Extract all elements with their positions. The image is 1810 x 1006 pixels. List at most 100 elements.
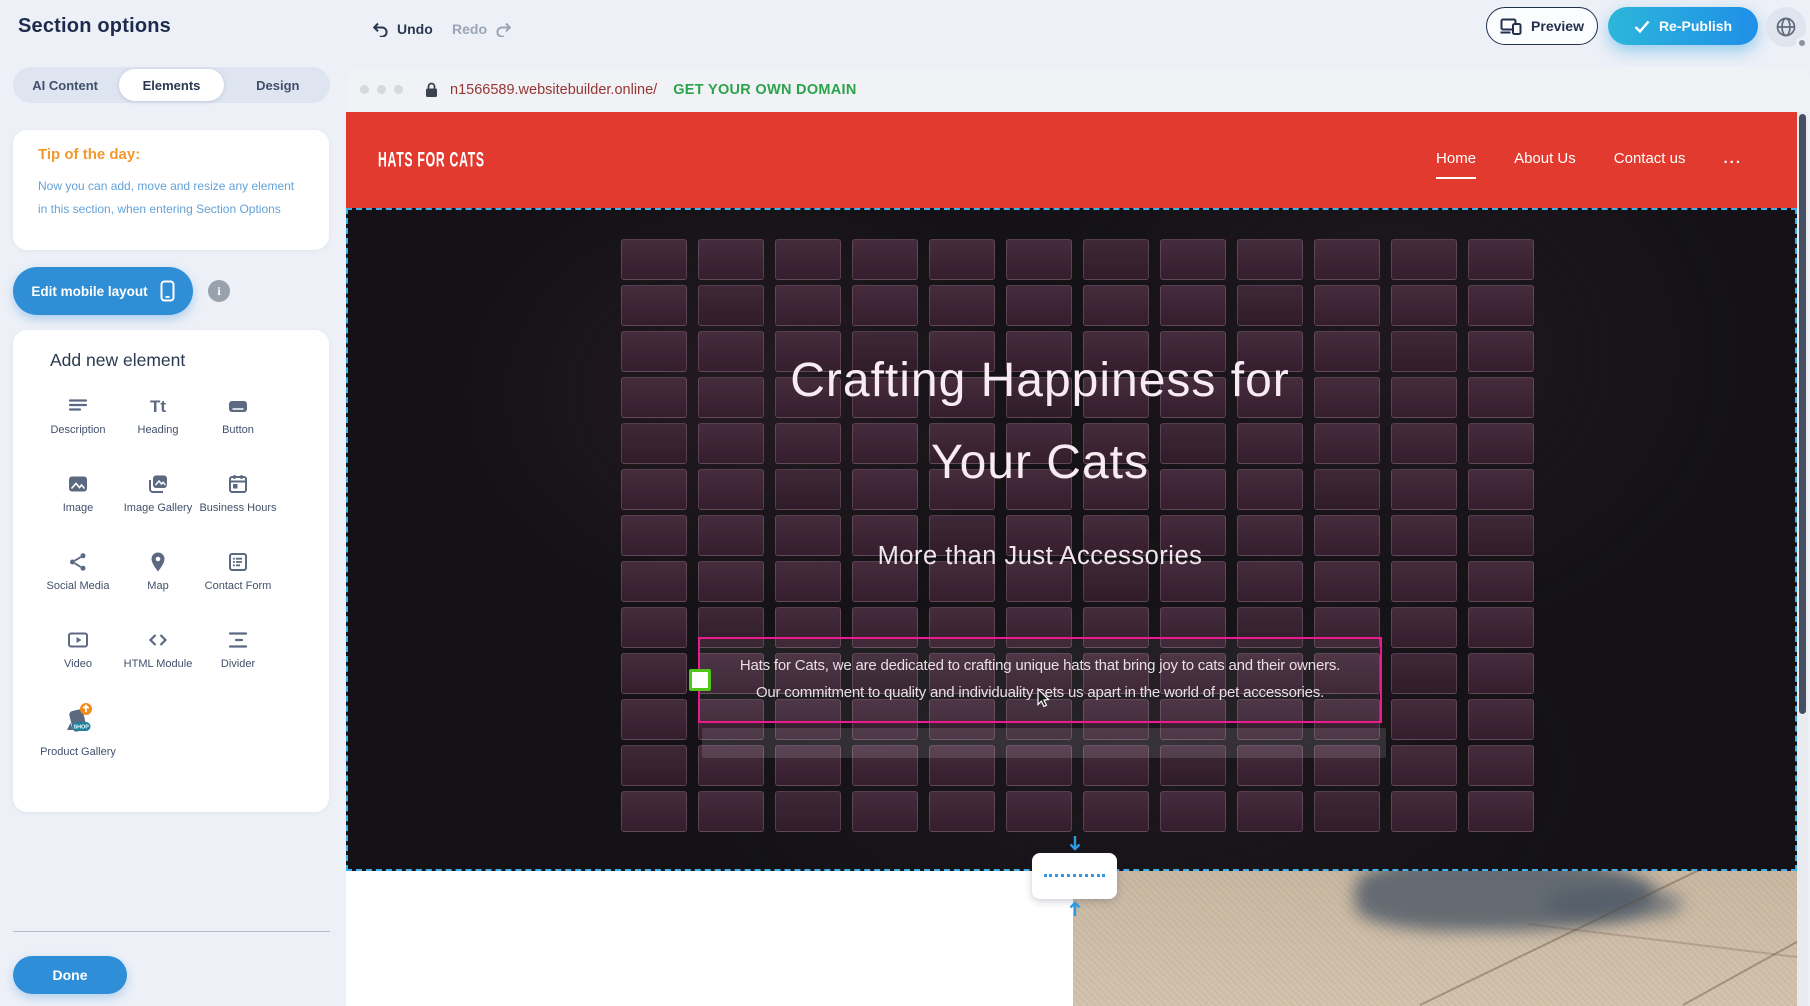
hero-tile [1391, 791, 1457, 832]
hero-tile [621, 653, 687, 694]
cat-shadow-tail [1543, 887, 1683, 921]
hero-tile [1391, 607, 1457, 648]
hero-tile [775, 791, 841, 832]
add-element-button[interactable]: Button [198, 388, 278, 466]
tab-elements[interactable]: Elements [119, 69, 223, 101]
hero-tile [1391, 745, 1457, 786]
add-element-map[interactable]: Map [118, 544, 198, 622]
add-element-social-media[interactable]: Social Media [38, 544, 118, 622]
hero-tile [621, 745, 687, 786]
element-grid: Description Tt Heading Button Image Imag… [38, 388, 278, 778]
tip-of-the-day-card: Tip of the day: Now you can add, move an… [13, 130, 329, 250]
floor-photo [1073, 871, 1797, 1006]
hero-tile [698, 791, 764, 832]
redo-button[interactable]: Redo [452, 13, 512, 45]
devices-icon [1500, 18, 1522, 35]
browser-chrome-bar: n1566589.websitebuilder.online/ GET YOUR… [346, 67, 1810, 112]
hero-tile [1468, 745, 1534, 786]
section-height-resize-handle[interactable] [1032, 853, 1117, 899]
image-icon [65, 466, 91, 496]
republish-label: Re-Publish [1659, 18, 1732, 34]
description-icon [65, 388, 91, 418]
undo-label: Undo [397, 21, 433, 37]
hero-tile [698, 285, 764, 326]
add-element-video[interactable]: Video [38, 622, 118, 700]
hero-tile [1468, 699, 1534, 740]
nav-contact-us[interactable]: Contact us [1614, 150, 1686, 171]
tip-body: Now you can add, move and resize any ele… [38, 175, 294, 221]
svg-text:SHOP: SHOP [74, 725, 90, 731]
sidebar-divider [13, 931, 330, 932]
contact-form-icon [225, 544, 251, 574]
resize-dotted-line [1044, 874, 1105, 877]
hero-tile [1237, 285, 1303, 326]
add-element-contact-form[interactable]: Contact Form [198, 544, 278, 622]
hero-tile [1314, 285, 1380, 326]
hero-tile [775, 239, 841, 280]
hero-tile [1314, 239, 1380, 280]
hero-tile [852, 239, 918, 280]
divider-icon [225, 622, 251, 652]
add-element-image-gallery[interactable]: Image Gallery [118, 466, 198, 544]
info-icon[interactable]: i [208, 280, 230, 302]
tab-ai-content[interactable]: AI Content [13, 67, 117, 103]
add-element-business-hours[interactable]: Business Hours [198, 466, 278, 544]
hero-tile [1314, 791, 1380, 832]
globe-badge-dot [1796, 37, 1808, 49]
video-icon [65, 622, 91, 652]
preview-button[interactable]: Preview [1486, 7, 1598, 45]
hero-tile [621, 699, 687, 740]
hero-tile [698, 239, 764, 280]
done-button[interactable]: Done [13, 956, 127, 994]
hero-tile [929, 285, 995, 326]
edit-mobile-label: Edit mobile layout [31, 284, 147, 299]
add-element-description[interactable]: Description [38, 388, 118, 466]
redo-label: Redo [452, 21, 487, 37]
add-new-element-panel: Add new element Description Tt Heading B… [13, 330, 329, 812]
preview-label: Preview [1531, 18, 1584, 34]
site-header: HATS FOR CATS Home About Us Contact us .… [346, 112, 1797, 208]
browser-traffic-dots [360, 85, 403, 94]
hero-tile [1083, 791, 1149, 832]
undo-button[interactable]: Undo [372, 13, 433, 45]
tab-design[interactable]: Design [226, 67, 330, 103]
site-nav: Home About Us Contact us ... [1436, 150, 1742, 171]
add-element-divider[interactable]: Divider [198, 622, 278, 700]
button-icon [225, 388, 251, 418]
resize-handle-left[interactable] [689, 669, 711, 691]
get-your-own-domain-link[interactable]: GET YOUR OWN DOMAIN [673, 82, 856, 98]
image-gallery-icon [145, 466, 171, 496]
social-media-icon [65, 544, 91, 574]
add-element-heading[interactable]: Tt Heading [118, 388, 198, 466]
canvas-scrollbar[interactable] [1797, 112, 1808, 1006]
add-element-image[interactable]: Image [38, 466, 118, 544]
nav-about-us[interactable]: About Us [1514, 150, 1576, 171]
scrollbar-thumb[interactable] [1799, 114, 1806, 714]
site-logo[interactable]: HATS FOR CATS [378, 148, 485, 173]
add-element-product-gallery[interactable]: SHOP Product Gallery [38, 700, 118, 778]
edit-mobile-layout-button[interactable]: Edit mobile layout [13, 267, 193, 315]
hero-heading[interactable]: Crafting Happiness for Your Cats [348, 340, 1732, 504]
svg-text:Tt: Tt [150, 397, 166, 416]
hero-subheading[interactable]: More than Just Accessories [348, 542, 1732, 571]
globe-icon [1774, 15, 1798, 39]
selected-text-element[interactable]: Hats for Cats, we are dedicated to craft… [698, 637, 1382, 723]
hero-section-selected[interactable]: Crafting Happiness for Your Cats More th… [346, 208, 1797, 871]
language-globe-button[interactable] [1766, 7, 1806, 47]
hero-tile [621, 607, 687, 648]
hero-tile [1006, 285, 1072, 326]
mouse-cursor [1036, 688, 1052, 708]
hero-tile [1391, 285, 1457, 326]
html-code-icon [145, 622, 171, 652]
hero-tile [621, 285, 687, 326]
sidebar-tabs: AI Content Elements Design [13, 67, 330, 103]
add-element-html-module[interactable]: HTML Module [118, 622, 198, 700]
republish-button[interactable]: Re-Publish [1608, 7, 1758, 45]
nav-home[interactable]: Home [1436, 150, 1476, 171]
product-gallery-icon: SHOP [61, 700, 95, 740]
nav-more-icon[interactable]: ... [1723, 150, 1742, 171]
app-topbar: Section options Undo Redo Preview Re-Pub… [0, 0, 1810, 60]
lock-icon [425, 82, 438, 98]
heading-icon: Tt [145, 388, 171, 418]
check-icon [1634, 20, 1650, 33]
